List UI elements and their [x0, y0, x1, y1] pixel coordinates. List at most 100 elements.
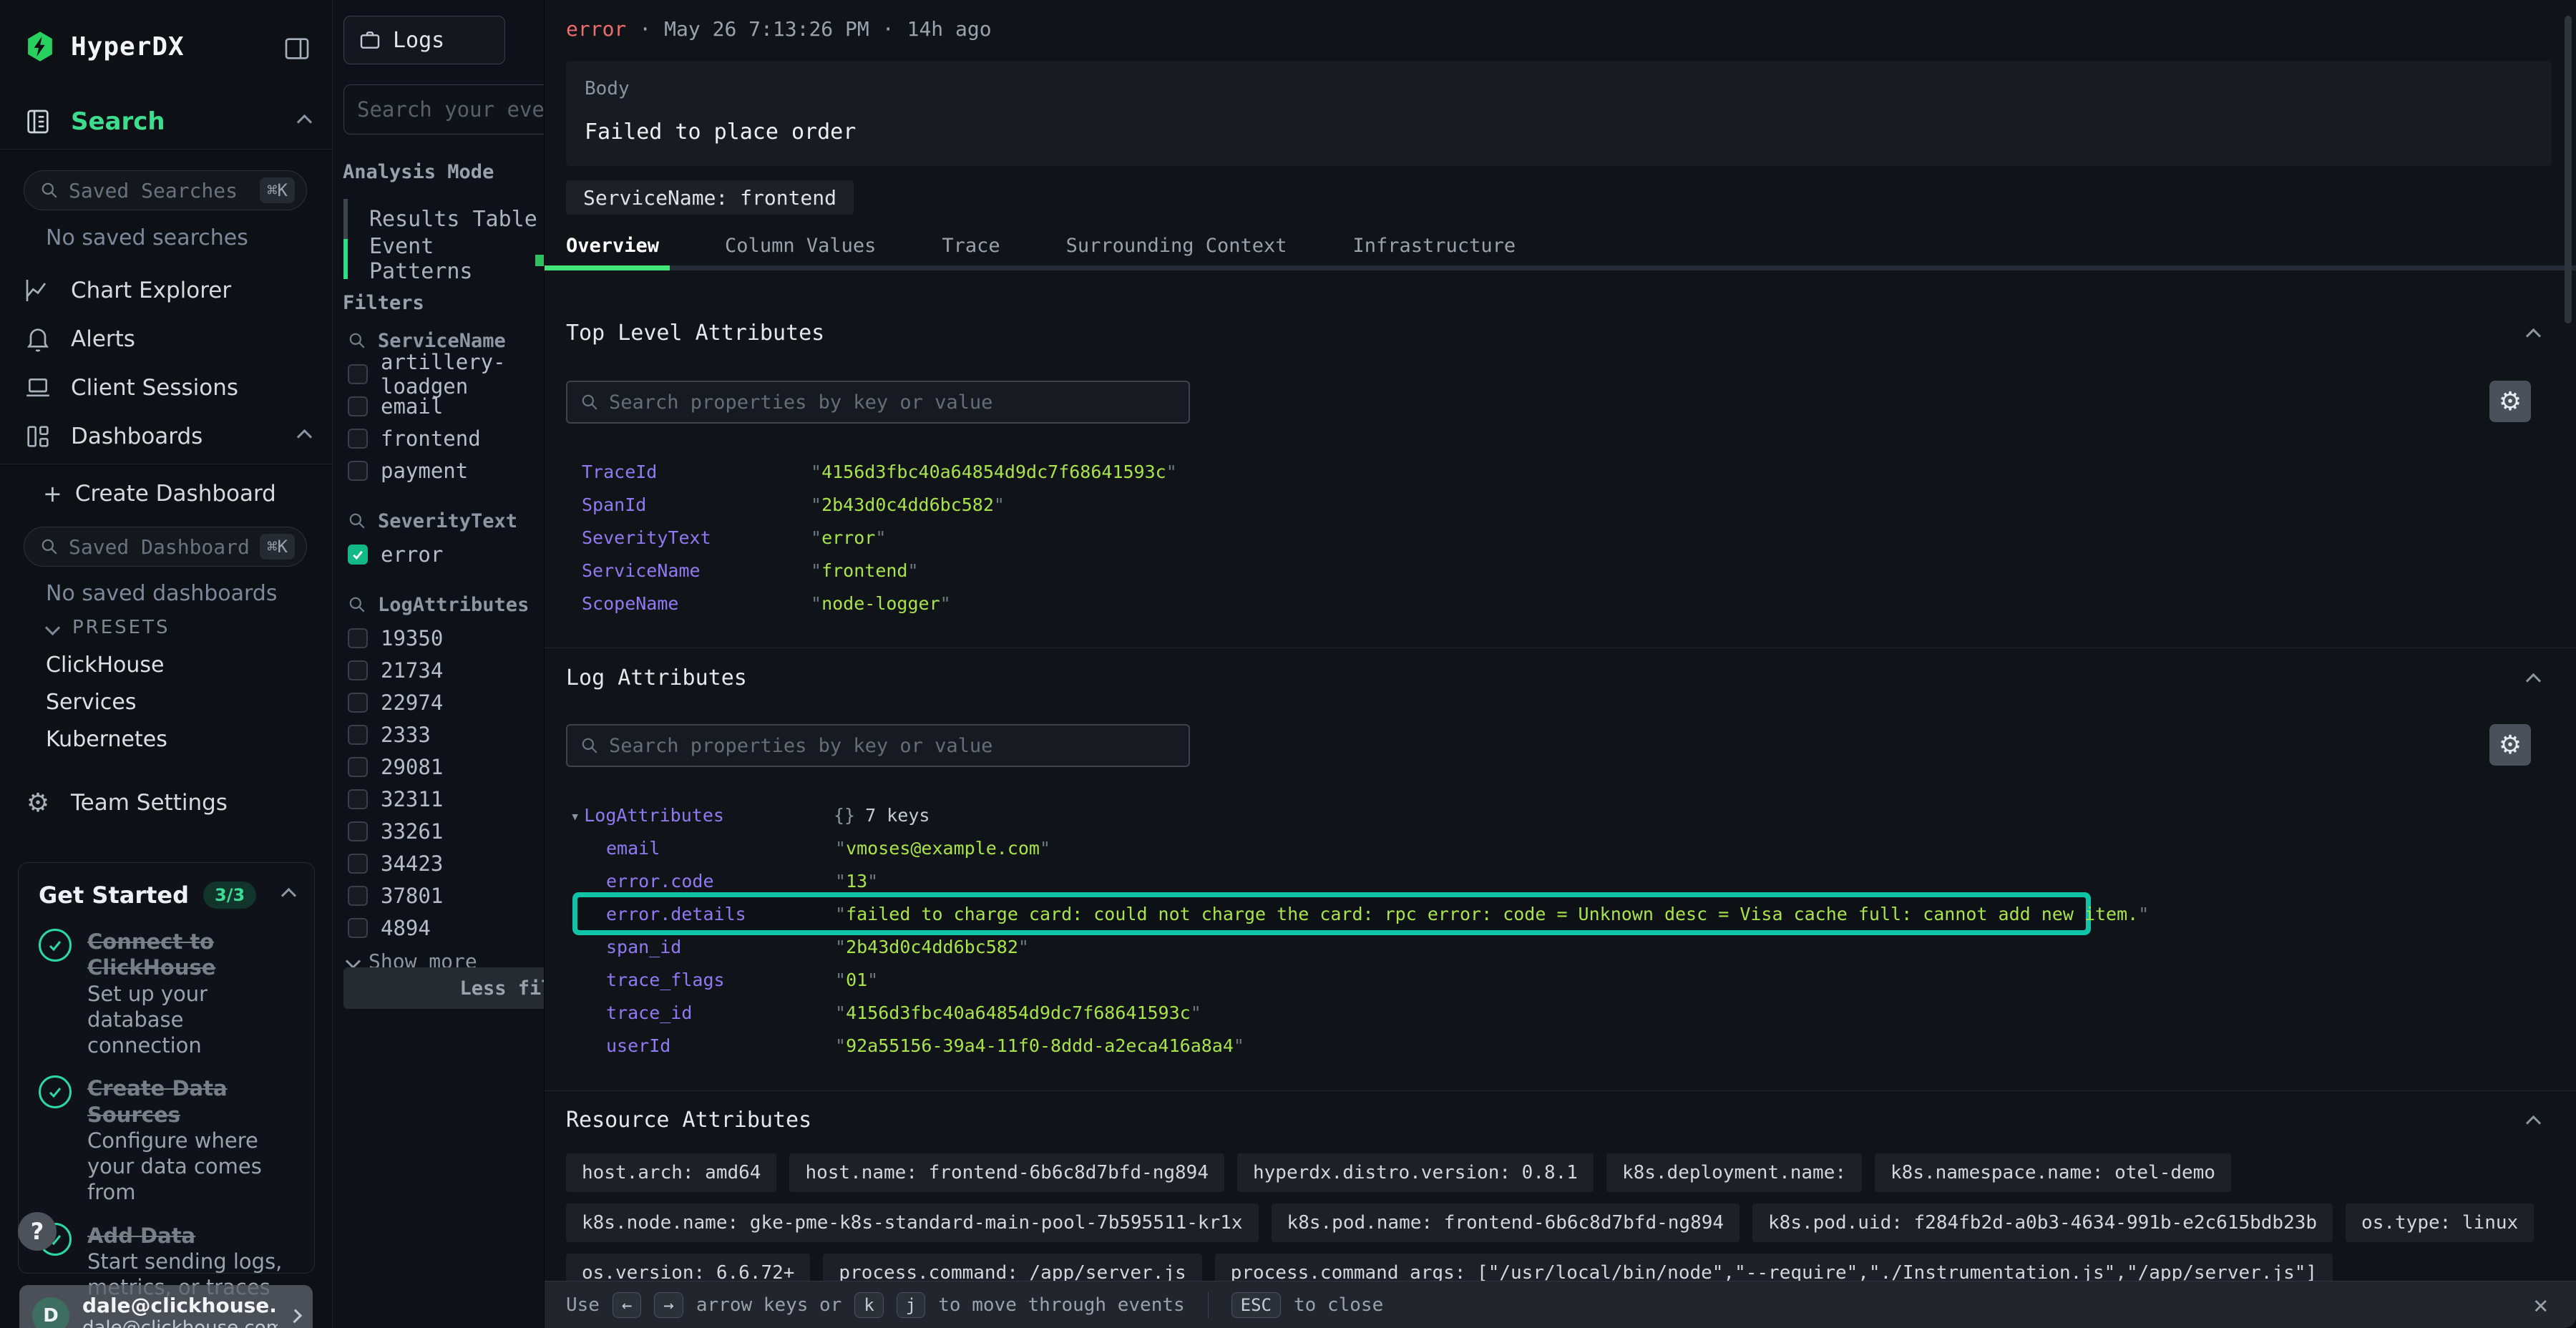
checkbox-unchecked[interactable]: [348, 660, 368, 680]
attribute-row[interactable]: TraceId "4156d3fbc40a64854d9dc7f68641593…: [582, 455, 2514, 488]
get-started-item[interactable]: Create Data Sources Configure where your…: [19, 1075, 314, 1205]
attribute-row-highlighted[interactable]: error.details "failed to charge card: co…: [577, 897, 2086, 930]
attribute-key[interactable]: SpanId: [582, 494, 811, 515]
key-j[interactable]: j: [897, 1292, 925, 1318]
help-button[interactable]: ?: [18, 1212, 57, 1251]
sidebar-item-dashboards[interactable]: Dashboards: [24, 416, 310, 456]
attribute-row[interactable]: email "vmoses@example.com": [606, 831, 2545, 864]
attribute-key[interactable]: LogAttributes: [584, 805, 724, 826]
attribute-value[interactable]: failed to charge card: could not charge …: [846, 904, 2138, 924]
gear-button[interactable]: ⚙: [2489, 381, 2531, 422]
attribute-row[interactable]: ScopeName "node-logger": [582, 587, 2514, 620]
filter-option[interactable]: 34423: [348, 847, 577, 879]
filter-option[interactable]: 37801: [348, 879, 577, 912]
scrollbar-thumb[interactable]: [2565, 16, 2572, 323]
resource-chip[interactable]: k8s.pod.uid: f284fb2d-a0b3-4634-991b-e2c…: [1752, 1204, 2333, 1242]
filter-option[interactable]: 21734: [348, 654, 577, 686]
filter-option[interactable]: 2333: [348, 718, 577, 751]
checkbox-checked[interactable]: [348, 545, 368, 565]
checkbox-unchecked[interactable]: [348, 628, 368, 648]
chevron-up-icon[interactable]: [297, 429, 312, 444]
attribute-row[interactable]: SpanId "2b43d0c4dd6bc582": [582, 488, 2514, 521]
checkbox-unchecked[interactable]: [348, 757, 368, 777]
filter-option[interactable]: 22974: [348, 686, 577, 718]
checkbox-unchecked[interactable]: [348, 854, 368, 874]
get-started-item[interactable]: Connect to ClickHouse Set up your databa…: [19, 929, 314, 1058]
tab-infrastructure[interactable]: Infrastructure: [1353, 235, 1516, 265]
close-icon[interactable]: ✕: [2534, 1291, 2548, 1319]
attribute-key[interactable]: error.details: [606, 904, 835, 924]
attribute-key[interactable]: ScopeName: [582, 593, 811, 614]
event-search-input[interactable]: [357, 97, 566, 122]
filter-option[interactable]: 4894: [348, 912, 577, 944]
log-attributes-search-input[interactable]: [609, 735, 1176, 757]
attribute-value[interactable]: 4156d3fbc40a64854d9dc7f68641593c: [846, 1002, 1191, 1023]
attribute-row[interactable]: SeverityText "error": [582, 521, 2514, 554]
preset-services[interactable]: Services: [46, 690, 137, 715]
attribute-key[interactable]: SeverityText: [582, 527, 811, 548]
attribute-key[interactable]: email: [606, 838, 835, 859]
attribute-row[interactable]: span_id "2b43d0c4dd6bc582": [606, 930, 2545, 963]
attribute-key[interactable]: ServiceName: [582, 560, 811, 581]
filter-option[interactable]: payment: [348, 454, 577, 487]
attribute-row[interactable]: ServiceName "frontend": [582, 554, 2514, 587]
service-name-tag[interactable]: ServiceName: frontend: [566, 180, 854, 215]
collapse-sidebar-icon[interactable]: [283, 34, 311, 63]
sidebar-item-chart-explorer[interactable]: Chart Explorer: [24, 270, 310, 311]
attribute-row[interactable]: trace_id "4156d3fbc40a64854d9dc7f6864159…: [606, 996, 2545, 1029]
attribute-key[interactable]: userId: [606, 1035, 835, 1056]
attribute-value[interactable]: frontend: [821, 560, 907, 581]
preset-kubernetes[interactable]: Kubernetes: [46, 727, 167, 752]
mode-event-patterns[interactable]: Event Patterns: [343, 239, 544, 279]
top-attributes-search-input[interactable]: [609, 391, 1176, 414]
filter-option[interactable]: 32311: [348, 783, 577, 815]
checkbox-unchecked[interactable]: [348, 429, 368, 449]
checkbox-unchecked[interactable]: [348, 918, 368, 938]
chevron-up-icon[interactable]: [2526, 328, 2541, 343]
key-arrow-left[interactable]: ←: [613, 1292, 641, 1318]
attribute-key[interactable]: span_id: [606, 937, 835, 957]
body-card[interactable]: Body Failed to place order: [566, 61, 2552, 166]
chevron-up-icon[interactable]: [281, 887, 296, 902]
log-attributes-search[interactable]: [566, 724, 1190, 767]
saved-dashboards-search[interactable]: ⌘K: [24, 527, 307, 567]
key-esc[interactable]: ESC: [1231, 1292, 1281, 1318]
filter-option[interactable]: artillery-loadgen: [348, 358, 577, 390]
filter-group-severitytext[interactable]: SeverityText: [348, 504, 577, 538]
checkbox-unchecked[interactable]: [348, 789, 368, 809]
resource-chip[interactable]: host.arch: amd64: [566, 1153, 776, 1192]
chevron-up-icon[interactable]: [297, 114, 312, 129]
attribute-value[interactable]: 92a55156-39a4-11f0-8ddd-a2eca416a8a4: [846, 1035, 1234, 1056]
resource-chip[interactable]: k8s.deployment.name:: [1606, 1153, 1862, 1192]
filter-group-logattributes[interactable]: LogAttributes: [348, 587, 577, 622]
presets-toggle[interactable]: PRESETS: [47, 617, 170, 638]
tab-surrounding-context[interactable]: Surrounding Context: [1066, 235, 1287, 265]
sidebar-item-search[interactable]: Search: [24, 107, 310, 136]
attribute-value[interactable]: 4156d3fbc40a64854d9dc7f68641593c: [821, 462, 1166, 482]
user-menu[interactable]: D dale@clickhouse.com dale@clickhouse.co…: [19, 1285, 313, 1328]
chevron-up-icon[interactable]: [2526, 1115, 2541, 1131]
saved-searches-input[interactable]: [69, 179, 250, 202]
resource-chip[interactable]: hyperdx.distro.version: 0.8.1: [1237, 1153, 1594, 1192]
filter-option[interactable]: 29081: [348, 751, 577, 783]
source-select[interactable]: Logs: [343, 16, 505, 64]
attribute-value[interactable]: error: [821, 527, 875, 548]
attribute-key[interactable]: trace_flags: [606, 970, 835, 990]
attribute-row[interactable]: error.code "13": [606, 864, 2545, 897]
tab-overview[interactable]: Overview: [566, 235, 659, 265]
tree-caret-icon[interactable]: ▾: [570, 808, 580, 826]
resource-chip[interactable]: k8s.pod.name: frontend-6b6c8d7bfd-ng894: [1272, 1204, 1740, 1242]
checkbox-unchecked[interactable]: [348, 886, 368, 906]
attribute-key[interactable]: TraceId: [582, 462, 811, 482]
gear-button[interactable]: ⚙: [2489, 724, 2531, 766]
attribute-key[interactable]: error.code: [606, 871, 835, 892]
filter-option[interactable]: frontend: [348, 422, 577, 454]
app-logo[interactable]: HyperDX: [24, 30, 185, 63]
checkbox-unchecked[interactable]: [348, 693, 368, 713]
attribute-value[interactable]: 2b43d0c4dd6bc582: [846, 937, 1018, 957]
attribute-row[interactable]: userId "92a55156-39a4-11f0-8ddd-a2eca416…: [606, 1029, 2545, 1062]
attribute-value[interactable]: 13: [846, 871, 867, 892]
filter-option[interactable]: 19350: [348, 622, 577, 654]
checkbox-unchecked[interactable]: [348, 821, 368, 841]
sidebar-item-team-settings[interactable]: ⚙ Team Settings: [24, 783, 228, 823]
